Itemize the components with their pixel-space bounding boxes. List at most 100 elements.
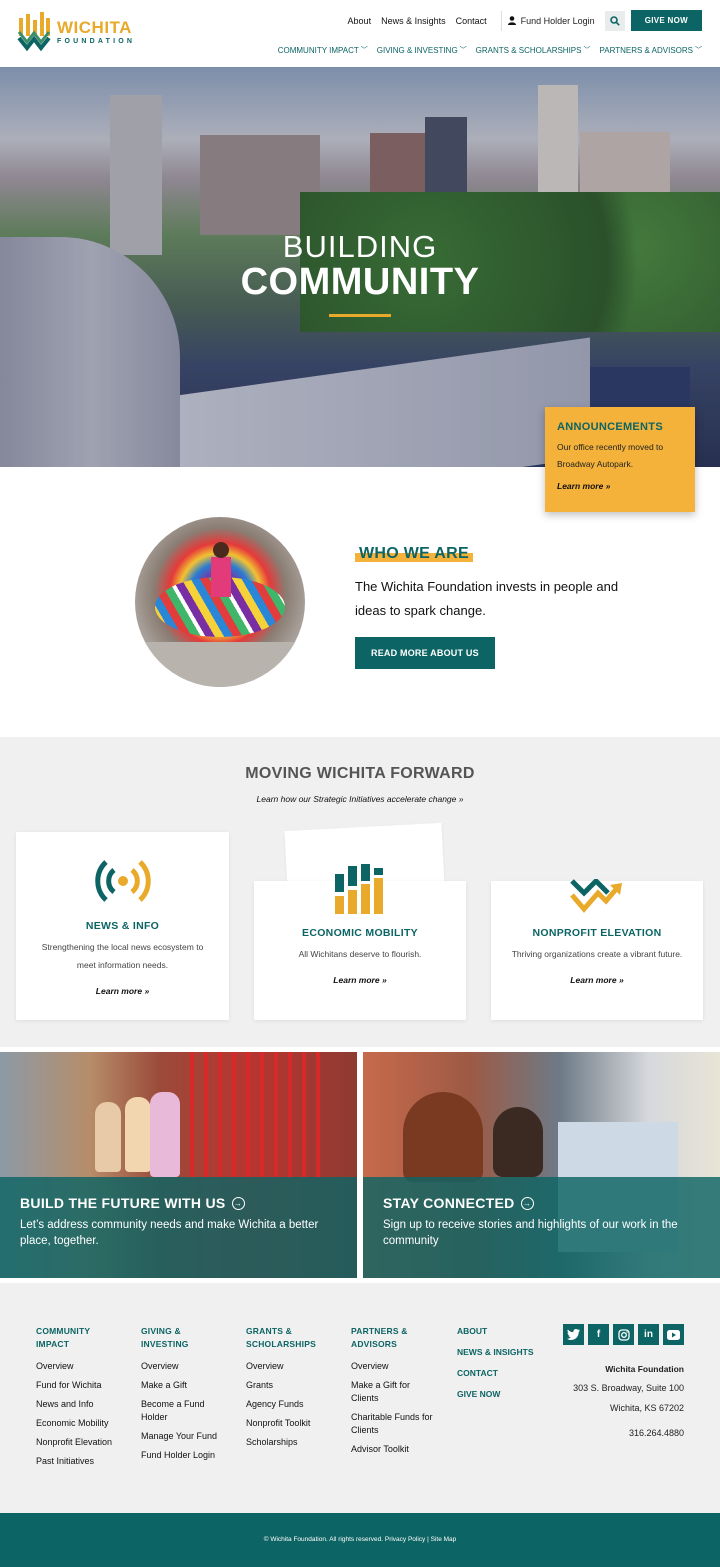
- fund-holder-login-link[interactable]: Fund Holder Login: [507, 15, 595, 26]
- copyright-bar: © Wichita Foundation. All rights reserve…: [0, 1513, 720, 1567]
- who-we-are-body: The Wichita Foundation invests in people…: [355, 579, 619, 618]
- announcements-learn-more-link[interactable]: Learn more »: [557, 481, 683, 491]
- footer-link[interactable]: Grants: [246, 1379, 336, 1392]
- dancer-photo: [135, 517, 305, 687]
- card-learn-more-link[interactable]: Learn more »: [507, 975, 687, 985]
- footer-link[interactable]: News and Info: [36, 1398, 121, 1411]
- youtube-icon[interactable]: [663, 1324, 684, 1345]
- card-learn-more-link[interactable]: Learn more »: [270, 975, 450, 985]
- footer-about-link[interactable]: ABOUT: [457, 1325, 547, 1338]
- footer-col-community-impact: COMMUNITY IMPACT Overview Fund for Wichi…: [36, 1325, 121, 1474]
- announcements-body: Our office recently moved to Broadway Au…: [557, 442, 664, 469]
- footer-link[interactable]: Advisor Toolkit: [351, 1443, 436, 1456]
- footer-link[interactable]: Fund Holder Login: [141, 1449, 231, 1462]
- divider: [500, 10, 502, 31]
- footer-link[interactable]: Overview: [246, 1360, 336, 1373]
- nav-partners-advisors[interactable]: PARTNERS & ADVISORS ﹀: [599, 45, 702, 55]
- footer-link[interactable]: Fund for Wichita: [36, 1379, 121, 1392]
- news-info-card[interactable]: NEWS & INFO Strengthening the local news…: [16, 832, 229, 1020]
- card-body: Thriving organizations create a vibrant …: [511, 949, 683, 959]
- footer-link[interactable]: Make a Gift: [141, 1379, 231, 1392]
- upward-zigzag-icon: [570, 879, 622, 913]
- promo-tiles: BUILD THE FUTURE WITH US → Let’s address …: [0, 1047, 720, 1283]
- read-more-about-us-button[interactable]: READ MORE ABOUT US: [355, 637, 495, 669]
- footer-link[interactable]: Manage Your Fund: [141, 1430, 231, 1443]
- announcements-box: ANNOUNCEMENTS Our office recently moved …: [545, 407, 695, 512]
- card-title: NEWS & INFO: [85, 920, 160, 932]
- contact-link[interactable]: Contact: [456, 16, 487, 26]
- chevron-down-icon: ﹀: [360, 47, 368, 54]
- strategic-initiatives-link[interactable]: Learn how our Strategic Initiatives acce…: [0, 794, 720, 804]
- social-links: f in: [559, 1324, 684, 1345]
- about-link[interactable]: About: [348, 16, 372, 26]
- nav-grants-scholarships[interactable]: GRANTS & SCHOLARSHIPS ﹀: [476, 45, 591, 55]
- chevron-down-icon: ﹀: [695, 47, 702, 54]
- stay-connected-tile[interactable]: STAY CONNECTED → Sign up to receive stori…: [363, 1052, 720, 1278]
- hero-title: BUILDING COMMUNITY: [0, 229, 720, 317]
- logo-wordmark: WICHITA: [57, 18, 132, 37]
- footer-col-quick-links: ABOUT NEWS & INSIGHTS CONTACT GIVE NOW: [457, 1325, 547, 1409]
- footer-link[interactable]: Nonprofit Elevation: [36, 1436, 121, 1449]
- footer-link[interactable]: Past Initiatives: [36, 1455, 121, 1468]
- footer-link[interactable]: Agency Funds: [246, 1398, 336, 1411]
- footer-link[interactable]: Become a Fund Holder: [141, 1398, 231, 1424]
- footer-address: Wichita Foundation 303 S. Broadway, Suit…: [573, 1363, 684, 1447]
- hero-title-line2: COMMUNITY: [240, 261, 480, 303]
- search-button[interactable]: [604, 10, 625, 31]
- tile-title: STAY CONNECTED: [383, 1195, 515, 1211]
- footer-give-now-link[interactable]: GIVE NOW: [457, 1388, 547, 1401]
- tile-body: Let’s address community needs and make W…: [20, 1219, 319, 1247]
- footer-heading[interactable]: COMMUNITY IMPACT: [36, 1325, 121, 1351]
- wheat-logo-icon: [17, 12, 51, 52]
- card-body: Strengthening the local news ecosystem t…: [41, 942, 204, 970]
- footer-link[interactable]: Charitable Funds for Clients: [351, 1411, 436, 1437]
- footer-link[interactable]: Scholarships: [246, 1436, 336, 1449]
- news-insights-link[interactable]: News & Insights: [381, 16, 446, 26]
- instagram-icon[interactable]: [613, 1324, 634, 1345]
- bar-growth-icon: [335, 864, 383, 914]
- footer-news-insights-link[interactable]: NEWS & INSIGHTS: [457, 1346, 547, 1359]
- card-learn-more-link[interactable]: Learn more »: [32, 986, 213, 996]
- footer-link[interactable]: Overview: [141, 1360, 231, 1373]
- user-icon: [507, 16, 516, 25]
- broadcast-icon: [94, 860, 151, 902]
- build-future-tile[interactable]: BUILD THE FUTURE WITH US → Let’s address …: [0, 1052, 357, 1278]
- org-name: Wichita Foundation: [605, 1364, 684, 1374]
- linkedin-icon[interactable]: in: [638, 1324, 659, 1345]
- footer-link[interactable]: Make a Gift for Clients: [351, 1379, 436, 1405]
- twitter-icon[interactable]: [563, 1324, 584, 1345]
- footer-link[interactable]: Economic Mobility: [36, 1417, 121, 1430]
- logo-subtitle: FOUNDATION: [57, 38, 136, 45]
- chevron-down-icon: ﹀: [583, 47, 591, 54]
- site-footer: COMMUNITY IMPACT Overview Fund for Wichi…: [0, 1283, 720, 1513]
- card-title: NONPROFIT ELEVATION: [532, 927, 662, 939]
- who-we-are-heading: WHO WE ARE: [355, 545, 473, 563]
- footer-link[interactable]: Nonprofit Toolkit: [246, 1417, 336, 1430]
- footer-heading[interactable]: PARTNERS & ADVISORS: [351, 1325, 436, 1351]
- section-title: MOVING WICHITA FORWARD: [245, 765, 475, 782]
- facebook-icon[interactable]: f: [588, 1324, 609, 1345]
- footer-col-giving-investing: GIVING & INVESTING Overview Make a Gift …: [141, 1325, 231, 1468]
- arrow-right-circle-icon: →: [520, 1196, 534, 1210]
- nav-community-impact[interactable]: COMMUNITY IMPACT ﹀: [278, 45, 368, 55]
- footer-link[interactable]: Overview: [351, 1360, 436, 1373]
- footer-heading[interactable]: GIVING & INVESTING: [141, 1325, 231, 1351]
- utility-nav: About News & Insights Contact Fund Holde…: [348, 10, 702, 31]
- phone-number[interactable]: 316.264.4880: [573, 1427, 684, 1440]
- card-title: ECONOMIC MOBILITY: [302, 927, 418, 939]
- tile-title: BUILD THE FUTURE WITH US: [20, 1195, 226, 1211]
- give-now-button[interactable]: GIVE NOW: [630, 10, 702, 31]
- footer-heading[interactable]: GRANTS & SCHOLARSHIPS: [246, 1325, 336, 1351]
- hero-accent-bar: [329, 314, 391, 317]
- footer-col-partners-advisors: PARTNERS & ADVISORS Overview Make a Gift…: [351, 1325, 436, 1462]
- footer-col-grants-scholarships: GRANTS & SCHOLARSHIPS Overview Grants Ag…: [246, 1325, 336, 1455]
- site-logo[interactable]: WICHITA FOUNDATION: [17, 12, 135, 52]
- site-header: WICHITA FOUNDATION About News & Insights…: [0, 0, 720, 67]
- footer-contact-link[interactable]: CONTACT: [457, 1367, 547, 1380]
- chevron-down-icon: ﹀: [459, 47, 467, 54]
- arrow-right-circle-icon: →: [231, 1196, 245, 1210]
- fund-holder-login-label: Fund Holder Login: [520, 15, 595, 26]
- hero-title-line1: BUILDING: [282, 229, 438, 264]
- nav-giving-investing[interactable]: GIVING & INVESTING ﹀: [377, 45, 467, 55]
- footer-link[interactable]: Overview: [36, 1360, 121, 1373]
